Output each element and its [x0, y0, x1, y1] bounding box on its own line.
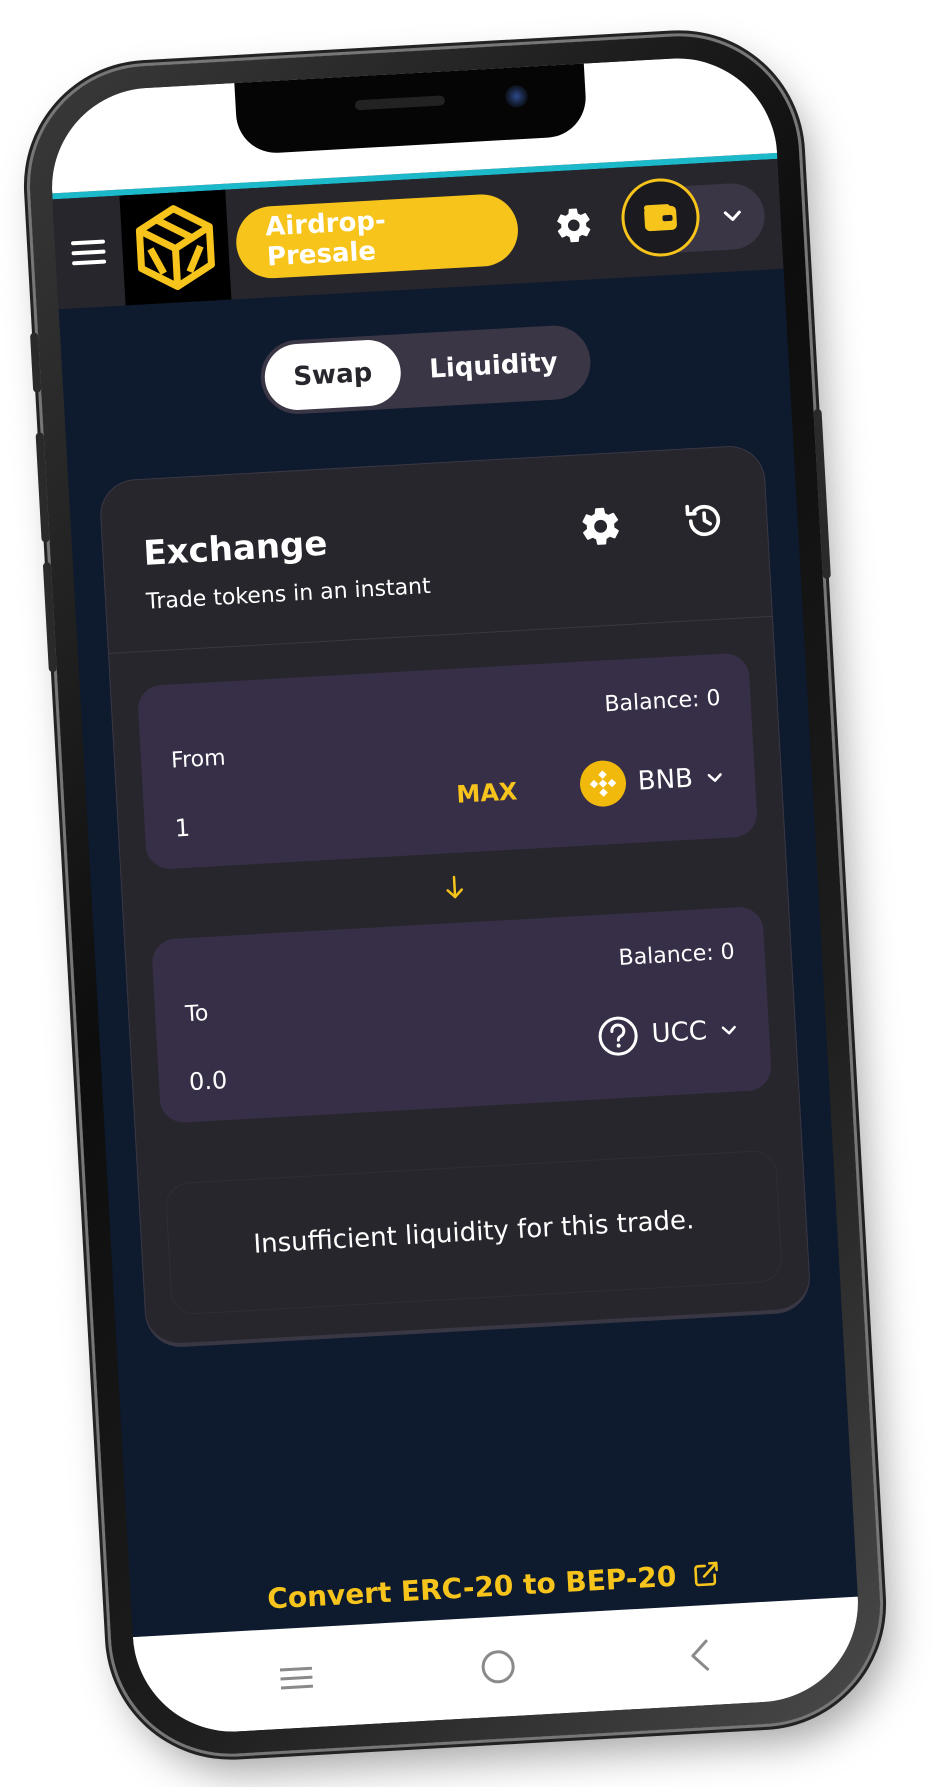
wallet-icon	[619, 176, 702, 259]
settings-gear-svg	[582, 507, 619, 545]
home-svg	[481, 1650, 515, 1684]
back-svg	[691, 1639, 710, 1671]
from-amount-input[interactable]: 1	[174, 814, 191, 843]
convert-link-label: Convert ERC-20 to BEP-20	[266, 1559, 678, 1616]
main-content: Swap Liquidity Exchange Trade tokens in …	[61, 313, 842, 1351]
history-icon[interactable]	[681, 497, 727, 543]
settings-gear-icon[interactable]	[577, 503, 623, 549]
to-panel: To Balance: 0 0.0 UCC	[151, 905, 773, 1124]
back-icon[interactable]	[668, 1624, 731, 1687]
to-label: To	[184, 1000, 210, 1028]
to-amount-input[interactable]: 0.0	[188, 1066, 228, 1096]
speaker	[354, 95, 446, 111]
to-token-symbol: UCC	[650, 1016, 708, 1050]
phone-frame: Airdrop-Presale Swap Liquidity Exchange …	[23, 29, 887, 1761]
history-svg	[685, 504, 721, 537]
phone-side-button	[35, 432, 50, 543]
phone-side-button	[813, 408, 831, 579]
front-camera	[504, 84, 529, 108]
bnb-svg	[589, 770, 617, 797]
home-icon[interactable]	[467, 1635, 530, 1698]
recent-apps-svg	[279, 1666, 314, 1690]
tab-swap[interactable]: Swap	[263, 338, 403, 412]
tab-liquidity[interactable]: Liquidity	[399, 328, 588, 404]
chevron-down-icon	[721, 1025, 736, 1035]
cube-logo-icon[interactable]	[119, 189, 232, 306]
chevron-svg	[723, 210, 741, 221]
cube-logo-svg	[135, 205, 215, 291]
stage: Airdrop-Presale Swap Liquidity Exchange …	[0, 0, 933, 1787]
swap-liquidity-tabs: Swap Liquidity	[258, 323, 593, 416]
insufficient-liquidity-message: Insufficient liquidity for this trade.	[164, 1149, 784, 1316]
to-token-selector[interactable]: UCC	[595, 1007, 741, 1059]
card-actions	[577, 497, 727, 549]
exchange-card: Exchange Trade tokens in an instant From…	[98, 444, 812, 1349]
from-token-selector[interactable]: BNB	[578, 754, 726, 808]
question-circle-icon	[598, 1016, 638, 1056]
wallet-svg	[643, 204, 677, 232]
from-token-symbol: BNB	[636, 763, 694, 797]
to-balance: Balance: 0	[617, 939, 736, 971]
phone-side-button	[29, 332, 42, 393]
chevron-down-icon	[720, 203, 746, 232]
airdrop-presale-button[interactable]: Airdrop-Presale	[234, 192, 520, 281]
recent-apps-icon[interactable]	[265, 1646, 328, 1709]
bnb-token-icon	[578, 759, 628, 808]
wallet-menu-button[interactable]	[619, 176, 767, 259]
max-button[interactable]: MAX	[456, 777, 518, 808]
android-navigation-bar	[132, 1596, 864, 1737]
gear-svg	[557, 208, 591, 243]
gear-icon[interactable]	[552, 204, 594, 246]
from-label: From	[170, 745, 227, 774]
external-link-icon	[693, 1561, 718, 1587]
from-balance: Balance: 0	[603, 685, 722, 718]
from-panel: From Balance: 0 1 MAX BNB	[136, 652, 759, 871]
hamburger-icon[interactable]	[70, 231, 111, 273]
card-header: Exchange Trade tokens in an instant	[99, 445, 772, 654]
arrow-down-svg	[446, 875, 463, 899]
phone-screen: Airdrop-Presale Swap Liquidity Exchange …	[46, 53, 864, 1737]
chevron-down-icon	[707, 773, 722, 782]
phone-side-button	[42, 562, 57, 673]
